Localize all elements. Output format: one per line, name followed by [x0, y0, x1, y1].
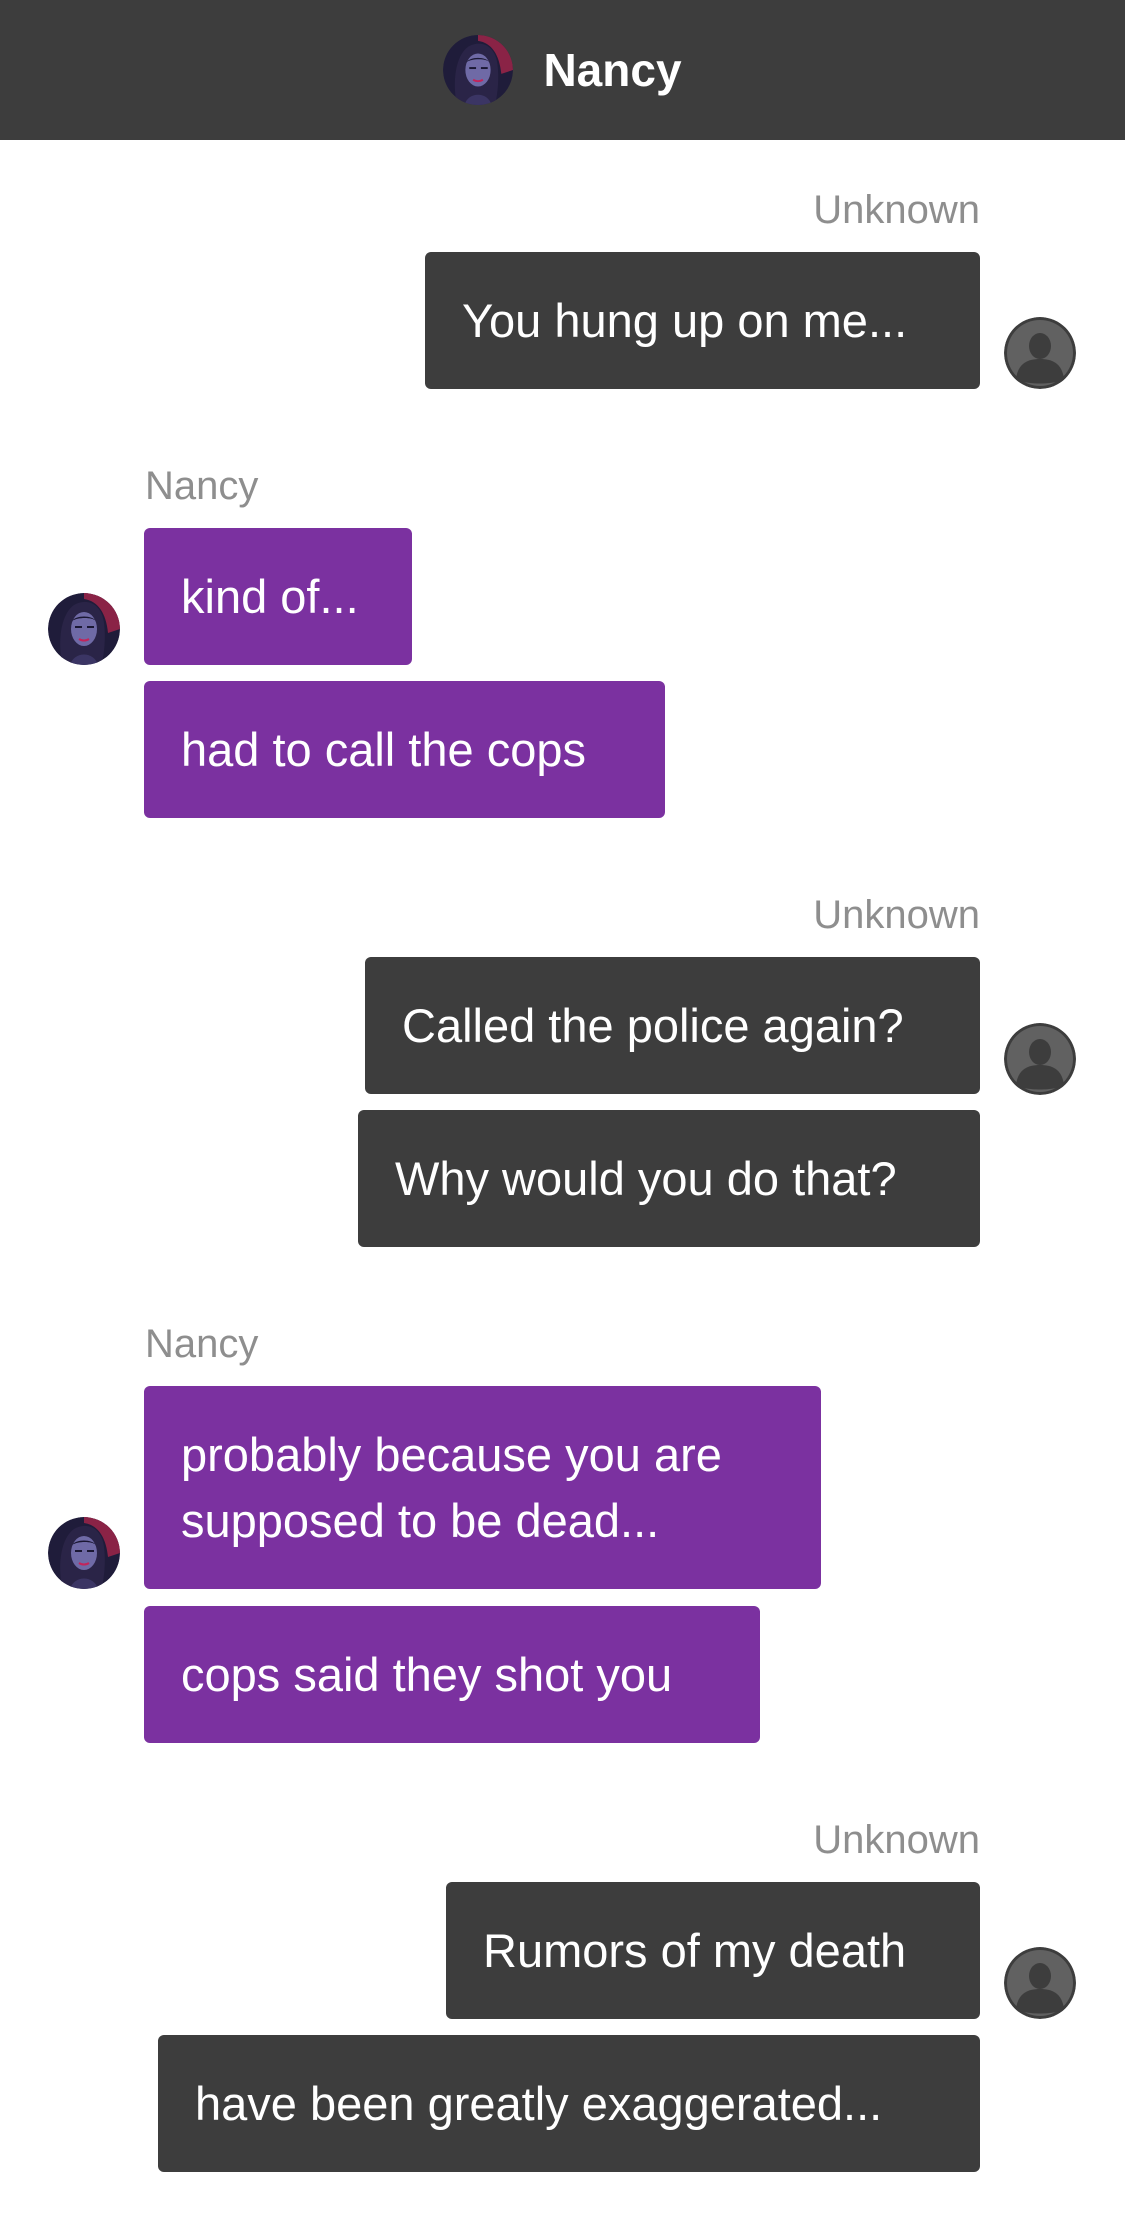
- nancy-portrait-icon: [48, 1517, 120, 1589]
- unknown-avatar[interactable]: [1004, 1023, 1076, 1095]
- sender-label: Nancy: [145, 1322, 259, 1366]
- message-bubble[interactable]: kind of...: [144, 528, 412, 665]
- nancy-portrait-icon: [443, 35, 513, 105]
- sender-label: Unknown: [813, 188, 980, 232]
- contact-name: Nancy: [543, 44, 682, 96]
- user-silhouette-icon: [1004, 1023, 1076, 1095]
- chat-header: Nancy: [0, 0, 1125, 140]
- unknown-avatar[interactable]: [1004, 1947, 1076, 2019]
- nancy-avatar[interactable]: [443, 35, 513, 105]
- message-bubble[interactable]: Called the police again?: [365, 957, 980, 1094]
- sender-label: Nancy: [145, 464, 259, 508]
- message-bubble[interactable]: Why would you do that?: [358, 1110, 980, 1247]
- user-silhouette-icon: [1004, 317, 1076, 389]
- sender-label: Unknown: [813, 1818, 980, 1862]
- nancy-avatar[interactable]: [48, 593, 120, 665]
- message-bubble[interactable]: probably because you are supposed to be …: [144, 1386, 821, 1589]
- nancy-avatar[interactable]: [48, 1517, 120, 1589]
- message-bubble[interactable]: Rumors of my death: [446, 1882, 980, 2019]
- message-bubble[interactable]: cops said they shot you: [144, 1606, 760, 1743]
- message-bubble[interactable]: have been greatly exaggerated...: [158, 2035, 980, 2172]
- unknown-avatar[interactable]: [1004, 317, 1076, 389]
- nancy-portrait-icon: [48, 593, 120, 665]
- message-bubble[interactable]: had to call the cops: [144, 681, 665, 818]
- message-bubble[interactable]: You hung up on me...: [425, 252, 980, 389]
- user-silhouette-icon: [1004, 1947, 1076, 2019]
- sender-label: Unknown: [813, 893, 980, 937]
